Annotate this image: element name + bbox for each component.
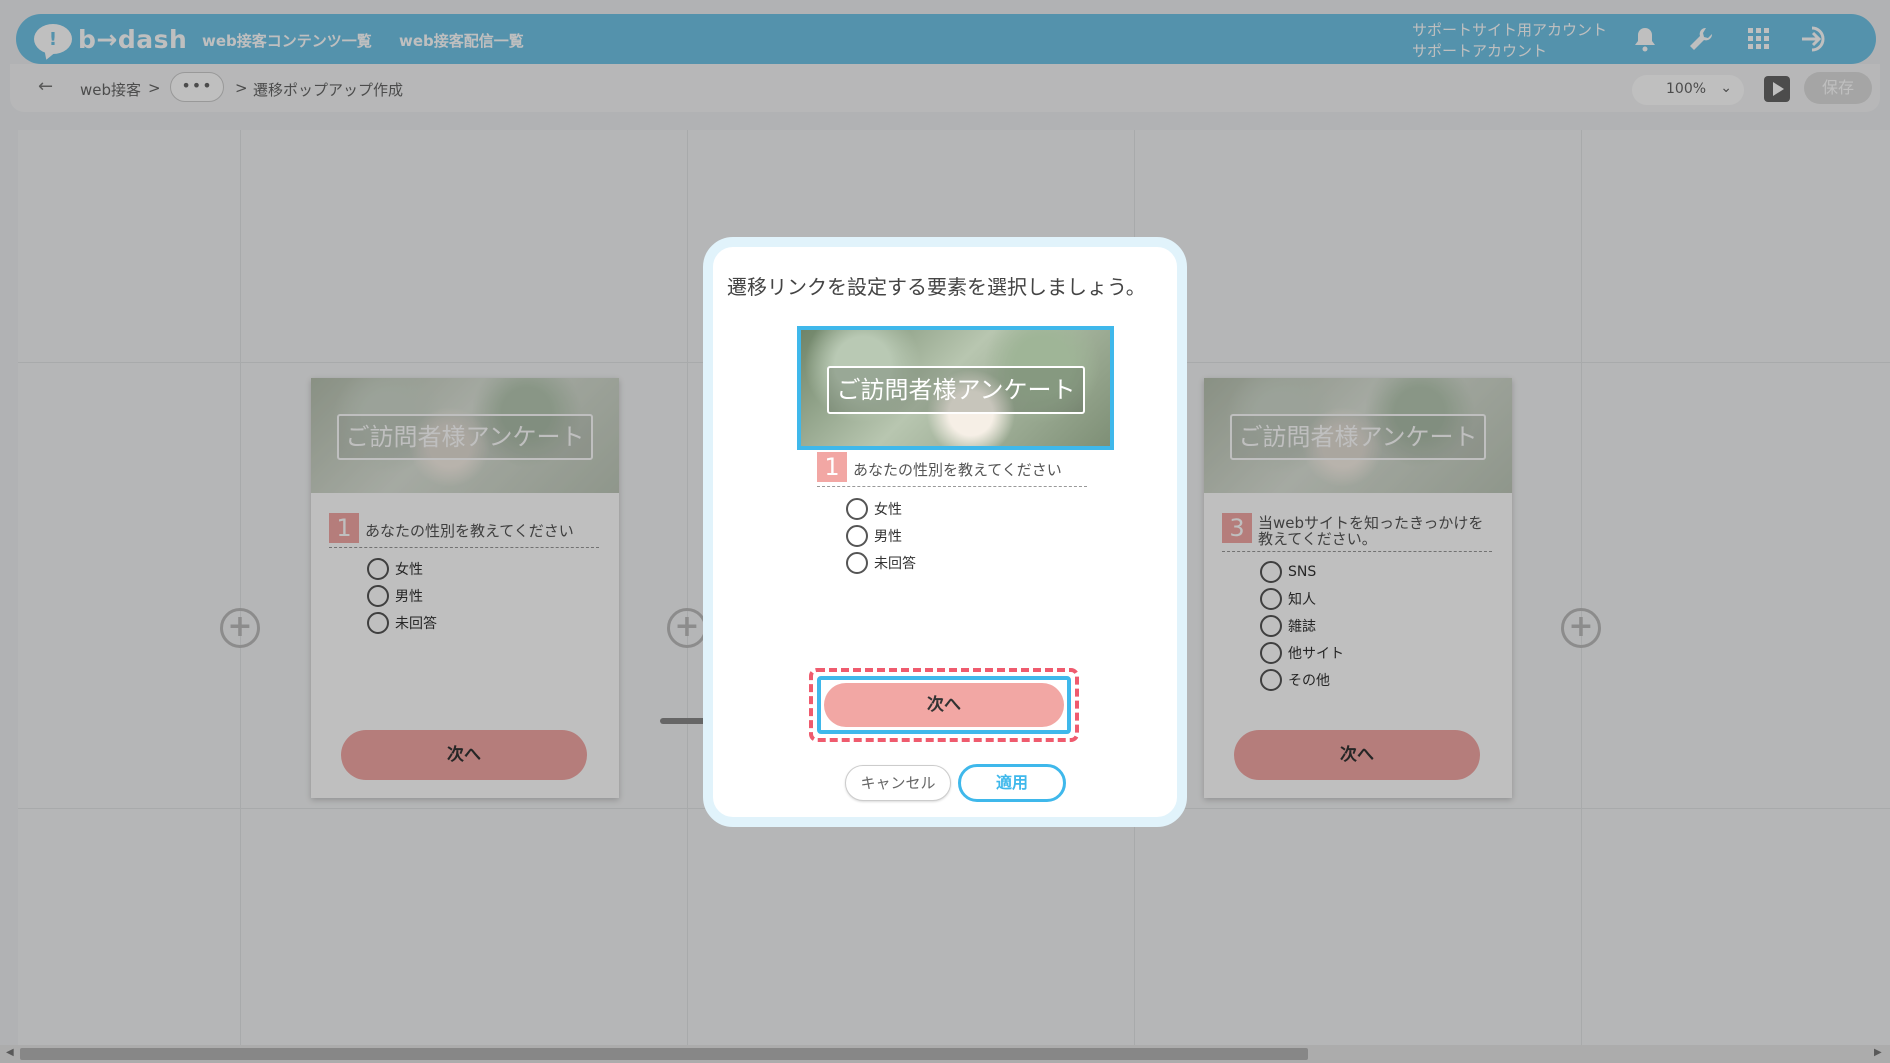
option-no-answer[interactable]: 未回答 [846, 552, 916, 574]
dialog-title: 遷移リンクを設定する要素を選択しましょう。 [727, 275, 1146, 299]
next-button[interactable]: 次へ [824, 683, 1064, 727]
selectable-next-button[interactable]: 次へ [817, 676, 1071, 734]
radio-icon[interactable] [846, 498, 868, 520]
question-number: 1 [817, 452, 847, 482]
apply-button[interactable]: 適用 [958, 764, 1066, 802]
option-label: 女性 [874, 502, 902, 518]
question-text: あなたの性別を教えてください [853, 461, 1062, 479]
option-label: 男性 [874, 529, 902, 545]
cancel-button[interactable]: キャンセル [845, 765, 951, 801]
card-title: ご訪問者様アンケート [827, 366, 1085, 414]
selectable-image-element[interactable]: ご訪問者様アンケート [797, 326, 1114, 450]
link-element-select-dialog: 遷移リンクを設定する要素を選択しましょう。 ご訪問者様アンケート 1 あなたの性… [703, 237, 1187, 827]
option-label: 未回答 [874, 556, 916, 572]
radio-icon[interactable] [846, 552, 868, 574]
option-female[interactable]: 女性 [846, 498, 902, 520]
radio-icon[interactable] [846, 525, 868, 547]
option-male[interactable]: 男性 [846, 525, 902, 547]
question-header[interactable]: 1 あなたの性別を教えてください [817, 452, 1087, 487]
